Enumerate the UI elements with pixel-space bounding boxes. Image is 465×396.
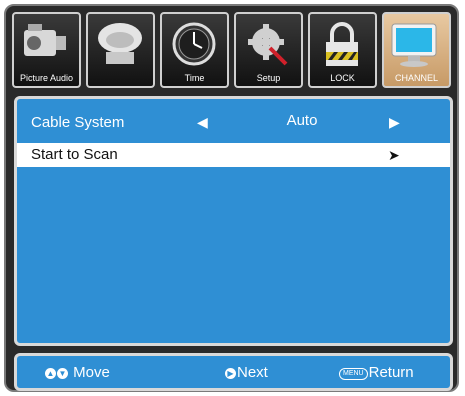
tab-label: Setup (256, 73, 281, 83)
return-hint-label: Return (368, 364, 414, 381)
next-hint: ▶ Next (225, 364, 268, 381)
tab-label: CHANNEL (394, 73, 438, 83)
osd-menu-frame: Picture Audio Time Setup LOCK CHANNEL Ca… (4, 4, 459, 392)
return-hint: MENU Return (339, 364, 414, 381)
hint-bar: ▲ ▼ Move ▶ Next MENU Return (14, 353, 453, 391)
cable-system-label: Cable System (31, 114, 125, 131)
tab-time[interactable]: Time (160, 12, 229, 88)
tab-audio[interactable] (86, 12, 155, 88)
channel-menu-panel: Cable System ◀ Auto ▶ Start to Scan ➤ (14, 96, 453, 346)
arrow-left-icon[interactable]: ◀ (197, 114, 208, 131)
move-hint: ▲ ▼ Move (45, 364, 110, 381)
tab-label: Time (184, 73, 205, 83)
down-button-icon: ▼ (57, 368, 68, 379)
menu-key-icon: MENU (339, 368, 368, 380)
tab-label: LOCK (330, 73, 355, 83)
tab-channel[interactable]: CHANNEL (382, 12, 451, 88)
tab-setup[interactable]: Setup (234, 12, 303, 88)
tab-picture-audio[interactable]: Picture Audio (12, 12, 81, 88)
cable-system-value: Auto (286, 112, 318, 129)
menu-tab-bar: Picture Audio Time Setup LOCK CHANNEL (12, 12, 455, 88)
move-hint-label: Move (73, 364, 110, 381)
cable-system-row[interactable]: Cable System ◀ Auto ▶ (17, 111, 450, 135)
next-hint-label: Next (237, 364, 268, 381)
start-scan-label: Start to Scan (31, 146, 118, 163)
gear-icon (248, 24, 288, 66)
tab-label: Picture Audio (19, 73, 74, 83)
up-button-icon: ▲ (45, 368, 56, 379)
tab-lock[interactable]: LOCK (308, 12, 377, 88)
start-scan-row[interactable]: Start to Scan ➤ (17, 143, 450, 167)
right-button-icon: ▶ (225, 368, 236, 379)
clock-icon (172, 22, 216, 66)
enter-arrow-icon: ➤ (388, 147, 400, 163)
monitor-icon (391, 23, 437, 67)
lock-icon (326, 22, 358, 66)
arrow-right-icon[interactable]: ▶ (389, 114, 400, 131)
speaker-icon (98, 23, 142, 64)
camcorder-icon (24, 24, 66, 56)
